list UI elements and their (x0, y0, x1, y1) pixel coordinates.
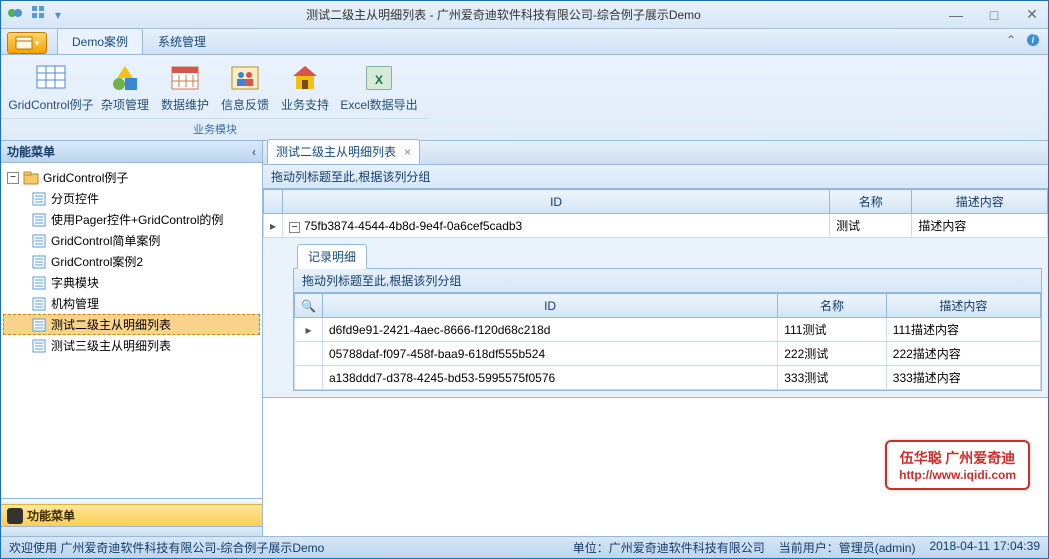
status-company: 单位：广州爱奇迪软件科技有限公司 (573, 539, 765, 556)
document-icon (31, 254, 47, 270)
document-icon (31, 275, 47, 291)
ribbon-tab-system[interactable]: 系统管理 (143, 28, 221, 54)
col-name[interactable]: 名称 (830, 190, 912, 214)
table-row[interactable]: a138ddd7-d378-4245-bd53-5995575f0576333测… (295, 366, 1041, 390)
status-bar: 欢迎使用 广州爱奇迪软件科技有限公司-综合例子展示Demo 单位：广州爱奇迪软件… (1, 536, 1048, 558)
col-desc[interactable]: 描述内容 (912, 190, 1048, 214)
sidebar-item[interactable]: 分页控件 (3, 188, 260, 209)
svg-text:i: i (1032, 33, 1035, 46)
document-icon (31, 233, 47, 249)
excel-icon: X (363, 62, 395, 94)
master-table: ID 名称 描述内容 ▸ −75fb3874-4544-4b8d-9e4f-0a… (263, 189, 1048, 238)
sidebar-item[interactable]: 测试三级主从明细列表 (3, 335, 260, 356)
group-panel[interactable]: 拖动列标题至此,根据该列分组 (263, 165, 1048, 189)
watermark: 伍华聪 广州爱奇迪 http://www.iqidi.com (885, 440, 1030, 490)
detail-tab[interactable]: 记录明细 (297, 244, 367, 269)
app-menu-button[interactable]: ▾ (7, 32, 47, 54)
ribbon: GridControl例子 杂项管理 数据维护 信息反馈 业务支持 X Exce… (1, 55, 1048, 141)
sidebar-item[interactable]: 机构管理 (3, 293, 260, 314)
sidebar: 功能菜单 ‹ − GridControl例子 分页控件使用Pager控件+Gri… (1, 141, 263, 536)
close-button[interactable]: ✕ (1022, 6, 1042, 23)
ribbon-group-label: 业务模块 (1, 118, 429, 139)
detail-table: 🔍 ID 名称 描述内容 ▸d6fd9e91-2421-4aec-8666-f1… (294, 293, 1041, 390)
help-icon[interactable]: i (1026, 33, 1040, 50)
people-icon (229, 62, 261, 94)
status-datetime: 2018-04-11 17:04:39 (929, 539, 1040, 556)
document-tabs: 测试二级主从明细列表 × (263, 141, 1048, 165)
sidebar-header: 功能菜单 ‹ (1, 141, 262, 163)
header-row: 🔍 ID 名称 描述内容 (295, 294, 1041, 318)
row-indicator: ▸ (264, 214, 283, 238)
module-icon (7, 508, 23, 524)
sidebar-item[interactable]: GridControl案例2 (3, 251, 260, 272)
sidebar-item[interactable]: 使用Pager控件+GridControl的例 (3, 209, 260, 230)
house-icon (289, 62, 321, 94)
ribbon-collapse-icon[interactable]: ⌃ (1006, 33, 1016, 50)
table-row[interactable]: 05788daf-f097-458f-baa9-618df555b524222测… (295, 342, 1041, 366)
table-row[interactable]: ▸ −75fb3874-4544-4b8d-9e4f-0a6cef5cadb3 … (264, 214, 1048, 238)
ribbon-btn-misc[interactable]: 杂项管理 (95, 59, 155, 116)
app-icon (7, 5, 23, 24)
ribbon-tabs: ▾ Demo案例 系统管理 ⌃ i (1, 29, 1048, 55)
detail-group-panel[interactable]: 拖动列标题至此,根据该列分组 (294, 269, 1041, 293)
svg-text:X: X (375, 73, 383, 87)
ribbon-btn-gridcontrol[interactable]: GridControl例子 (7, 59, 95, 116)
title-bar: ▾ 测试二级主从明细列表 - 广州爱奇迪软件科技有限公司-综合例子展示Demo … (1, 1, 1048, 29)
shapes-icon (109, 62, 141, 94)
tree-root[interactable]: − GridControl例子 (3, 167, 260, 188)
expand-icon[interactable]: − (289, 222, 300, 233)
row-indicator (295, 342, 323, 366)
ribbon-btn-data[interactable]: 数据维护 (155, 59, 215, 116)
sidebar-bottom-bar[interactable]: 功能菜单 (1, 504, 262, 526)
sidebar-item[interactable]: 测试二级主从明细列表 (3, 314, 260, 335)
quickaccess: ▾ (7, 5, 61, 24)
row-indicator (295, 366, 323, 390)
ribbon-btn-feedback[interactable]: 信息反馈 (215, 59, 275, 116)
document-tab[interactable]: 测试二级主从明细列表 × (267, 139, 420, 164)
tab-close-icon[interactable]: × (404, 145, 411, 159)
sidebar-item[interactable]: GridControl简单案例 (3, 230, 260, 251)
document-icon (31, 338, 47, 354)
col-desc[interactable]: 描述内容 (886, 294, 1040, 318)
grid-icon (35, 62, 67, 94)
detail-panel: 记录明细 拖动列标题至此,根据该列分组 🔍 ID 名称 描述内容 ▸d6fd9e… (263, 238, 1048, 398)
ribbon-btn-support[interactable]: 业务支持 (275, 59, 335, 116)
sidebar-title: 功能菜单 (7, 143, 55, 160)
minimize-button[interactable]: — (946, 7, 966, 23)
ribbon-group-business: GridControl例子 杂项管理 数据维护 信息反馈 业务支持 X Exce… (1, 55, 429, 140)
col-id[interactable]: ID (283, 190, 830, 214)
header-row: ID 名称 描述内容 (264, 190, 1048, 214)
status-user: 当前用户：管理员(admin) (779, 539, 916, 556)
chevron-left-icon[interactable]: ‹ (252, 145, 256, 159)
maximize-button[interactable]: □ (984, 7, 1004, 23)
window-title: 测试二级主从明细列表 - 广州爱奇迪软件科技有限公司-综合例子展示Demo (61, 6, 946, 23)
calendar-icon (169, 62, 201, 94)
search-icon[interactable]: 🔍 (295, 294, 323, 318)
col-name[interactable]: 名称 (778, 294, 887, 318)
sidebar-item[interactable]: 字典模块 (3, 272, 260, 293)
ribbon-tab-demo[interactable]: Demo案例 (57, 28, 143, 54)
collapse-icon[interactable]: − (7, 172, 19, 184)
folder-icon (23, 170, 39, 186)
nav-tree: − GridControl例子 分页控件使用Pager控件+GridContro… (1, 163, 262, 498)
ribbon-btn-excel[interactable]: X Excel数据导出 (335, 59, 423, 116)
document-icon (31, 296, 47, 312)
row-indicator: ▸ (295, 318, 323, 342)
document-icon (31, 191, 47, 207)
document-icon (31, 317, 47, 333)
status-welcome: 欢迎使用 广州爱奇迪软件科技有限公司-综合例子展示Demo (9, 539, 324, 556)
table-row[interactable]: ▸d6fd9e91-2421-4aec-8666-f120d68c218d111… (295, 318, 1041, 342)
qat-icon[interactable] (31, 5, 47, 24)
col-id[interactable]: ID (322, 294, 777, 318)
document-icon (31, 212, 47, 228)
